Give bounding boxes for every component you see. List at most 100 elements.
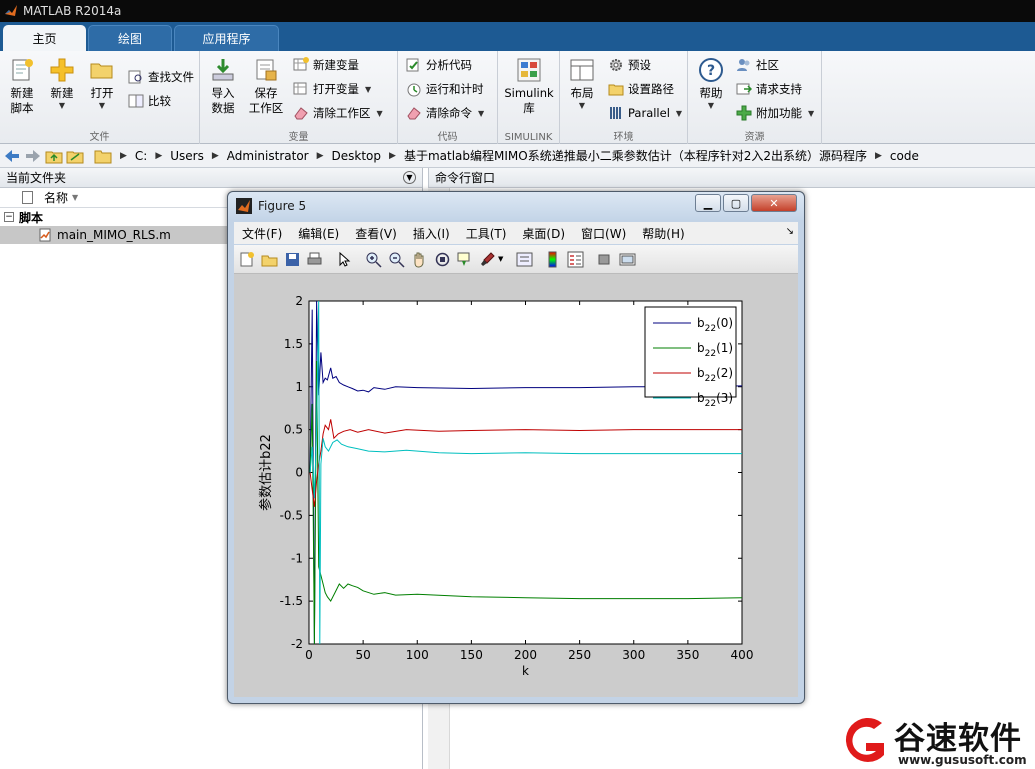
- new-script-button[interactable]: 新建 脚本: [5, 57, 39, 116]
- y-tick-label: -2: [291, 637, 303, 651]
- set-path-button[interactable]: 设置路径: [608, 81, 674, 97]
- pointer-icon[interactable]: [336, 251, 353, 268]
- current-folder-header: 当前文件夹 ▼: [0, 168, 422, 188]
- colorbar-icon[interactable]: [544, 251, 561, 268]
- zoom-out-icon[interactable]: [388, 251, 405, 268]
- open-file-icon[interactable]: [261, 251, 278, 268]
- run-and-time-button[interactable]: 运行和计时: [406, 81, 484, 97]
- compare-button[interactable]: 比较: [128, 93, 171, 109]
- figure-canvas: 0 50 100 150 200 250 300 350 400 -2 -1.5 -1 -0.5 0 0.5…: [234, 274, 798, 697]
- y-tick-label: 2: [295, 294, 303, 308]
- folder-icon: [94, 150, 112, 163]
- hide-plot-tools-icon[interactable]: [596, 251, 613, 268]
- clear-commands-button[interactable]: 清除命令 ▼: [406, 105, 484, 121]
- group-label-file: 文件: [89, 132, 110, 143]
- menu-desktop[interactable]: 桌面(D): [514, 225, 573, 242]
- community-icon: [737, 59, 750, 71]
- clear-workspace-button[interactable]: 清除工作区 ▼: [293, 105, 383, 121]
- layout-button[interactable]: 布局 ▼: [566, 57, 598, 111]
- minimize-icon: ▁: [703, 196, 713, 210]
- simulink-library-button[interactable]: Simulink 库: [504, 57, 554, 116]
- open-variable-button[interactable]: 打开变量 ▼: [293, 81, 371, 97]
- brush-icon[interactable]: [479, 251, 496, 268]
- group-simulink: Simulink 库 SIMULINK: [498, 51, 560, 144]
- new-variable-button[interactable]: 新建变量: [293, 57, 359, 73]
- zoom-in-icon[interactable]: [365, 251, 382, 268]
- menu-file[interactable]: 文件(F): [234, 225, 290, 242]
- panel-menu-icon[interactable]: ▼: [403, 171, 416, 184]
- find-files-button[interactable]: 查找文件: [128, 69, 194, 85]
- y-tick-label: -1.5: [280, 594, 303, 608]
- rotate-3d-icon[interactable]: [434, 251, 451, 268]
- analyze-code-button[interactable]: 分析代码: [406, 57, 472, 73]
- forward-arrow-icon[interactable]: [24, 148, 42, 164]
- y-tick-label: -0.5: [280, 508, 303, 522]
- browse-folder-icon[interactable]: [66, 148, 84, 164]
- simulink-library-icon: [517, 58, 541, 82]
- new-plus-icon: [50, 58, 74, 82]
- menu-window[interactable]: 窗口(W): [573, 225, 634, 242]
- parallel-button[interactable]: Parallel ▼: [608, 105, 682, 121]
- breadcrumb-item[interactable]: Administrator: [227, 149, 309, 163]
- group-label-environment: 环境: [613, 132, 634, 143]
- menu-tools[interactable]: 工具(T): [458, 225, 515, 242]
- svg-text:?: ?: [707, 63, 715, 79]
- show-plot-tools-icon[interactable]: [619, 251, 636, 268]
- group-label-resources: 资源: [744, 132, 765, 143]
- community-button[interactable]: 社区: [736, 57, 779, 73]
- breadcrumb: ▶ C:: [120, 149, 147, 163]
- set-path-icon: [608, 84, 624, 96]
- chevron-down-icon: ▼: [707, 101, 715, 110]
- menu-insert[interactable]: 插入(I): [405, 225, 458, 242]
- print-icon[interactable]: [306, 251, 323, 268]
- folder-open-icon: [90, 63, 113, 79]
- menu-view[interactable]: 查看(V): [347, 225, 405, 242]
- menu-edit[interactable]: 编辑(E): [290, 225, 347, 242]
- add-ons-button[interactable]: 附加功能 ▼: [736, 105, 814, 121]
- new-figure-icon[interactable]: [238, 251, 255, 268]
- group-label-simulink: SIMULINK: [504, 132, 553, 143]
- save-icon[interactable]: [284, 251, 301, 268]
- chevron-down-icon: ▼: [98, 101, 106, 110]
- pan-hand-icon[interactable]: [411, 251, 428, 268]
- legend-icon[interactable]: [567, 251, 584, 268]
- tab-home[interactable]: 主页: [3, 25, 86, 51]
- breadcrumb-item[interactable]: Desktop: [332, 149, 382, 163]
- breadcrumb-item[interactable]: Users: [170, 149, 204, 163]
- panel-title: 命令行窗口: [435, 171, 496, 185]
- breadcrumb-item[interactable]: 基于matlab编程MIMO系统递推最小二乘参数估计（本程序针对2入2出系统）源…: [404, 147, 867, 164]
- group-label-variable: 变量: [288, 132, 309, 143]
- breadcrumb-item[interactable]: code: [890, 149, 919, 163]
- back-arrow-icon[interactable]: [3, 148, 21, 164]
- gusu-logo-icon: [845, 717, 884, 762]
- group-variable: 导入 数据 保存 工作区 新建变量 打开变量 ▼ 清除工作区 ▼ 变量: [200, 51, 398, 144]
- new-button[interactable]: 新建 ▼: [47, 57, 77, 111]
- chevron-down-icon[interactable]: ▼: [498, 255, 503, 263]
- help-icon: ?: [699, 58, 723, 82]
- watermark-url: www.gususoft.com: [898, 753, 1027, 767]
- breadcrumb-item[interactable]: C:: [135, 149, 147, 163]
- y-tick-label: -1: [291, 551, 303, 565]
- save-workspace-button[interactable]: 保存 工作区: [248, 57, 284, 116]
- help-button[interactable]: ? 帮助 ▼: [696, 57, 726, 111]
- open-button[interactable]: 打开 ▼: [86, 57, 118, 111]
- menu-help[interactable]: 帮助(H): [634, 225, 692, 242]
- dock-arrow-icon[interactable]: ↘: [786, 226, 794, 237]
- minimize-button[interactable]: ▁: [695, 194, 721, 212]
- preferences-button[interactable]: 预设: [608, 57, 651, 73]
- tab-plots[interactable]: 绘图: [88, 25, 172, 51]
- maximize-button[interactable]: ▢: [723, 194, 749, 212]
- data-cursor-icon[interactable]: [456, 251, 473, 268]
- x-tick-label: 350: [676, 648, 699, 662]
- link-plot-icon[interactable]: [516, 251, 533, 268]
- request-support-button[interactable]: 请求支持: [736, 81, 802, 97]
- close-button[interactable]: ✕: [751, 194, 797, 212]
- up-folder-icon[interactable]: [45, 148, 63, 164]
- figure-window: Figure 5 ▁ ▢ ✕ 文件(F) 编辑(E) 查看(V) 插入(I) 工…: [227, 191, 805, 704]
- figure-titlebar[interactable]: Figure 5 ▁ ▢ ✕: [228, 192, 804, 220]
- collapse-icon[interactable]: −: [4, 212, 14, 222]
- import-data-button[interactable]: 导入 数据: [208, 57, 238, 116]
- tab-apps[interactable]: 应用程序: [174, 25, 279, 51]
- m-file-icon: [39, 228, 51, 242]
- chevron-down-icon: ▼: [675, 108, 683, 118]
